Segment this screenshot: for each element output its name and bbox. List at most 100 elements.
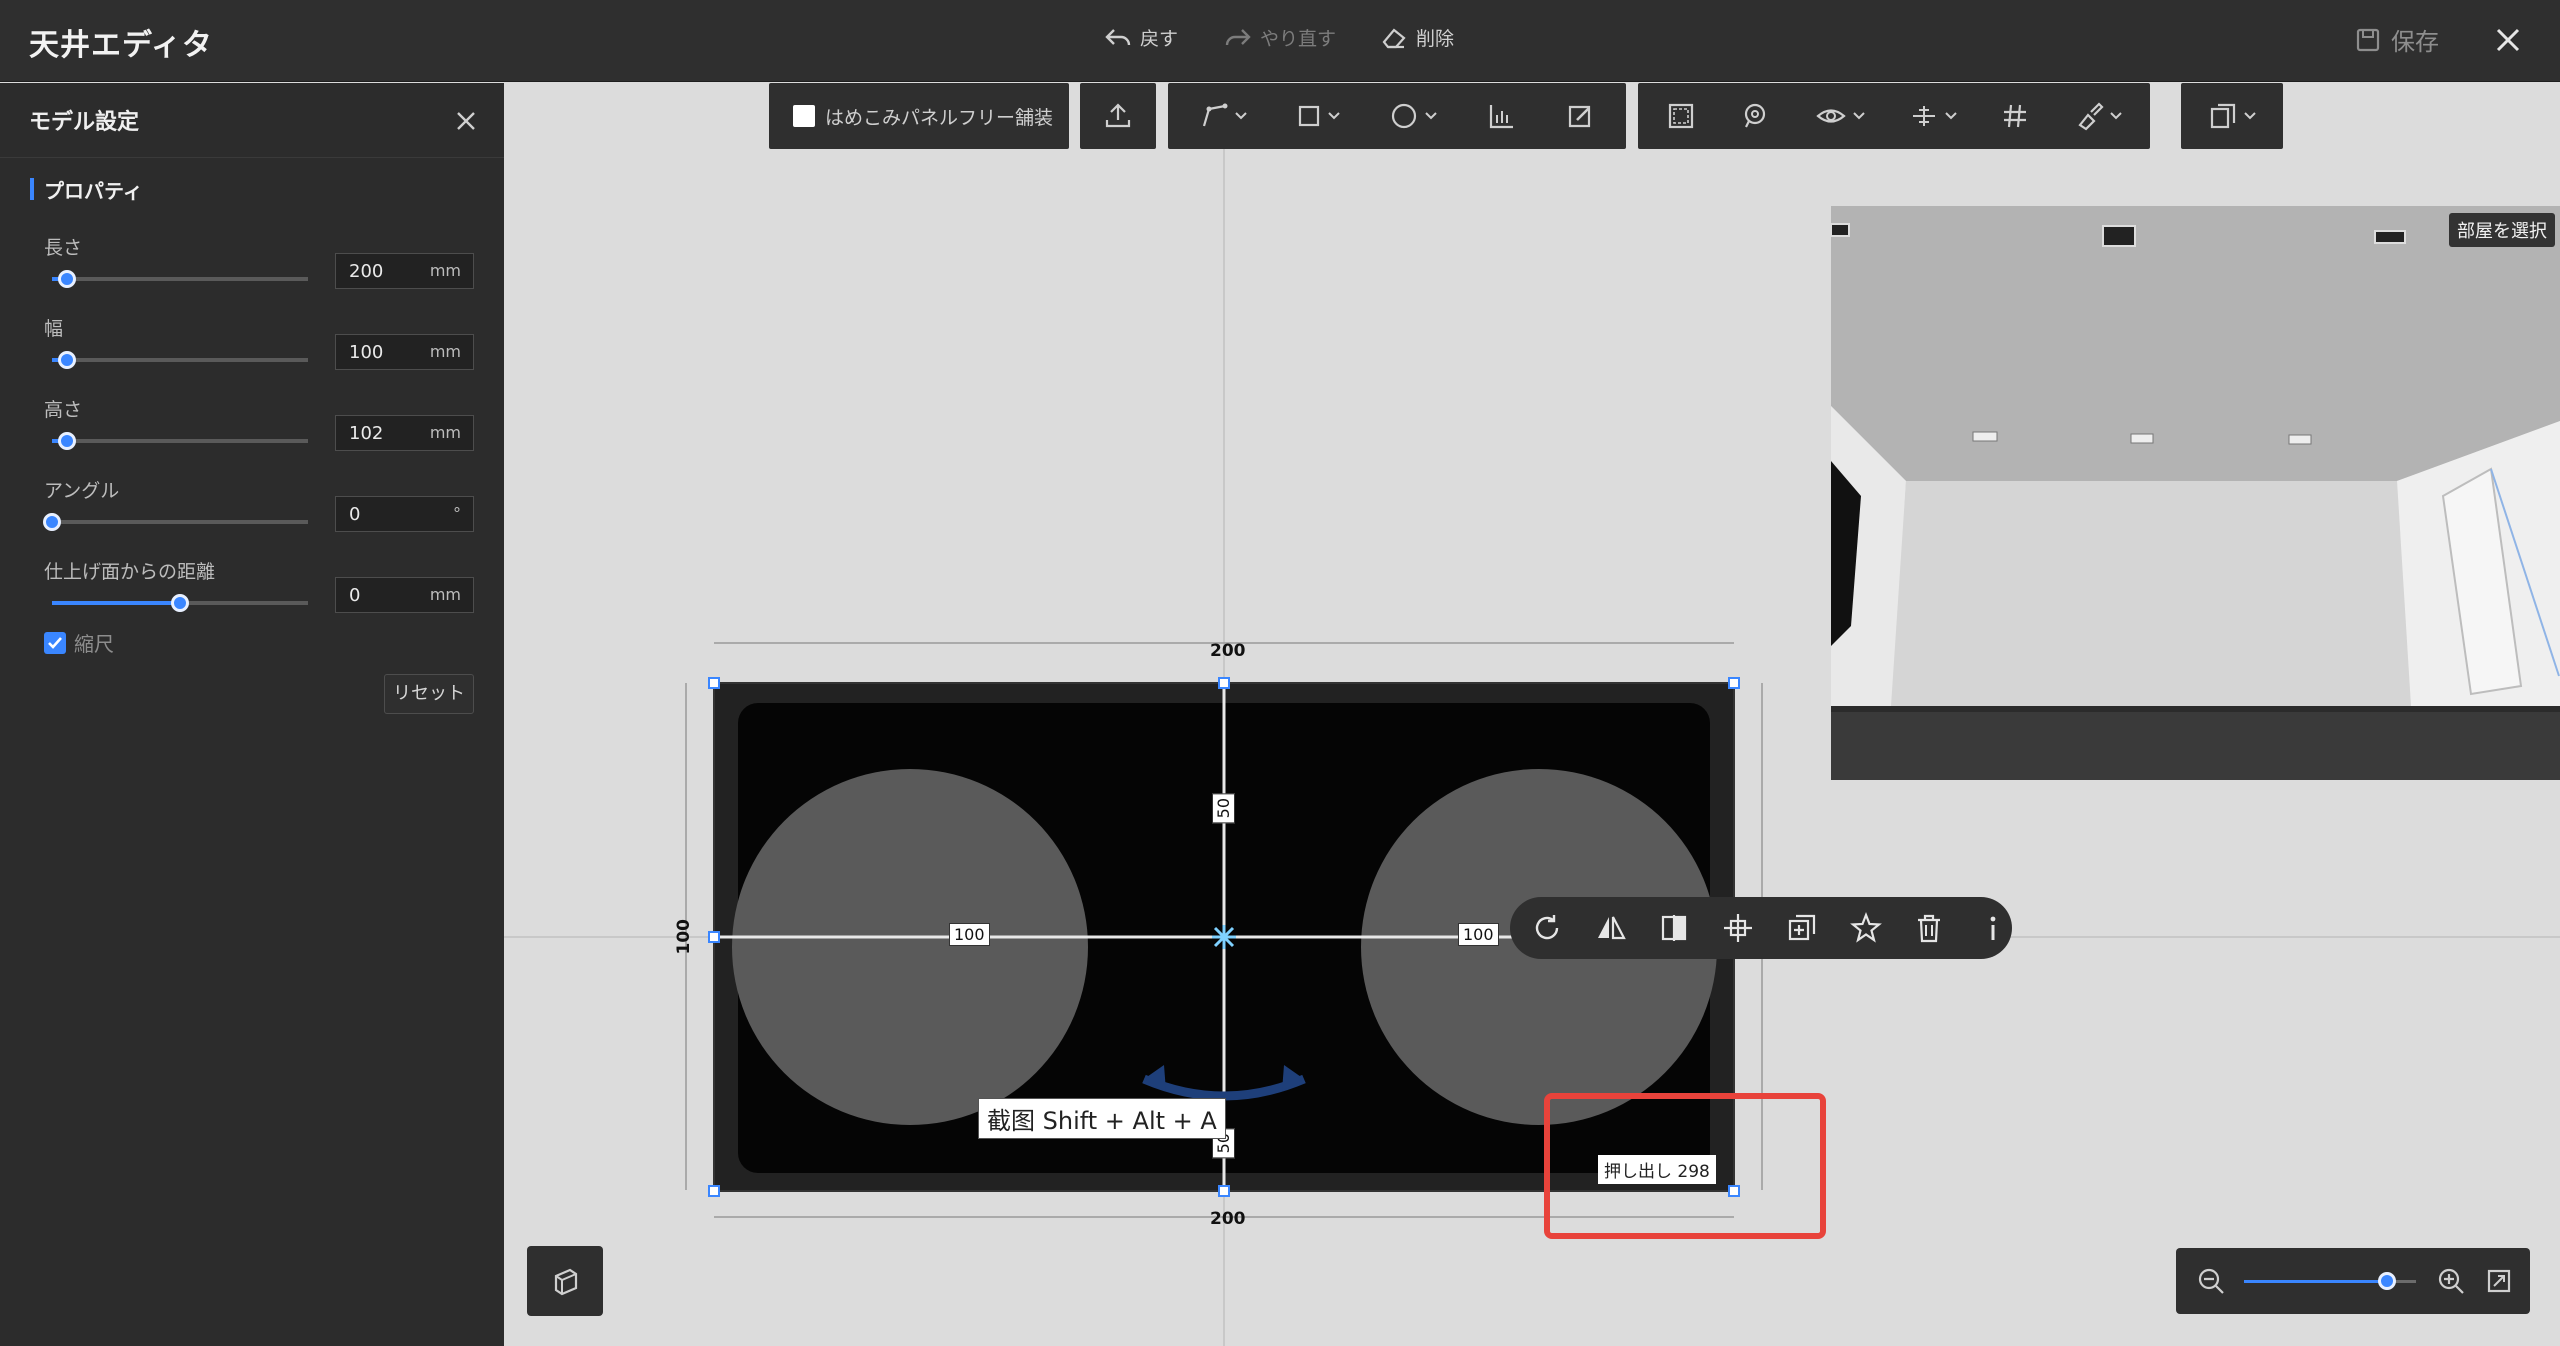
property-value-input[interactable]: 0 ° bbox=[335, 496, 474, 532]
property-value: 0 bbox=[349, 585, 361, 606]
panel-free-label: はめこみパネルフリー舗装 bbox=[825, 106, 1054, 129]
chevron-down-icon bbox=[1425, 112, 1437, 120]
scale-checkbox-row[interactable]: 縮尺 bbox=[44, 628, 114, 657]
property-value-input[interactable]: 100 mm bbox=[335, 334, 474, 370]
zoom-control bbox=[2176, 1248, 2530, 1314]
split-icon[interactable] bbox=[1656, 909, 1694, 947]
redo-icon bbox=[1224, 26, 1252, 50]
align-button[interactable] bbox=[1909, 83, 1957, 149]
undo-button[interactable]: 戻す bbox=[1104, 24, 1178, 51]
layout-icon bbox=[2208, 101, 2238, 131]
property-slider[interactable] bbox=[52, 270, 308, 288]
rectangle-icon bbox=[1296, 103, 1322, 129]
visibility-button[interactable] bbox=[1815, 83, 1865, 149]
rectangle-tool-button[interactable] bbox=[1296, 83, 1340, 149]
room-select-button[interactable]: 部屋を選択 bbox=[2449, 213, 2555, 247]
chevron-down-icon bbox=[2244, 112, 2256, 120]
upload-button[interactable] bbox=[1080, 83, 1156, 149]
property-value-input[interactable]: 200 mm bbox=[335, 253, 474, 289]
cube-icon bbox=[554, 1268, 578, 1296]
left-height-dimension: 100 bbox=[674, 919, 694, 955]
duplicate-icon[interactable] bbox=[1783, 909, 1821, 947]
left-offset-dimension: 100 bbox=[949, 923, 990, 946]
property-value-input[interactable]: 0 mm bbox=[335, 577, 474, 613]
panel-free-checkbox[interactable] bbox=[793, 105, 815, 127]
property-slider[interactable] bbox=[52, 432, 308, 450]
grid-button[interactable] bbox=[2001, 83, 2029, 149]
zoom-slider-knob[interactable] bbox=[2377, 1272, 2396, 1290]
property-slider[interactable] bbox=[52, 351, 308, 369]
upper-offset-dimension: 50 bbox=[1212, 793, 1235, 824]
scale-label: 縮尺 bbox=[74, 632, 114, 656]
view-3d-toggle-button[interactable] bbox=[527, 1246, 603, 1316]
circle-tool-button[interactable] bbox=[1389, 83, 1437, 149]
mirror-icon[interactable] bbox=[1592, 909, 1630, 947]
property-row: 長さ 200 mm bbox=[44, 233, 474, 289]
center-align-icon[interactable] bbox=[1719, 909, 1757, 947]
checkmark-icon bbox=[48, 636, 62, 649]
center-anchor-icon bbox=[1212, 925, 1236, 949]
layout-button[interactable] bbox=[2181, 83, 2283, 149]
close-icon bbox=[2496, 28, 2520, 52]
screenshot-shortcut-hint: 截图 Shift + Alt + A bbox=[978, 1098, 1226, 1139]
zoom-slider-fill bbox=[2244, 1280, 2387, 1283]
scale-checkbox[interactable] bbox=[44, 631, 66, 654]
redo-button[interactable]: やり直す bbox=[1224, 24, 1336, 51]
slider-knob[interactable] bbox=[58, 432, 77, 450]
property-row: 仕上げ面からの距離 0 mm bbox=[44, 557, 474, 613]
slider-fill bbox=[52, 601, 180, 605]
align-icon bbox=[1909, 101, 1939, 131]
panel-header: モデル設定 bbox=[0, 83, 504, 158]
property-unit: mm bbox=[429, 585, 461, 604]
pen-tool-button[interactable] bbox=[1199, 83, 1247, 149]
brush-icon bbox=[2074, 101, 2104, 131]
property-unit: mm bbox=[429, 342, 461, 361]
slider-knob[interactable] bbox=[43, 513, 61, 531]
property-unit: mm bbox=[429, 261, 461, 280]
top-width-dimension: 200 bbox=[1210, 641, 1246, 661]
property-value: 100 bbox=[349, 342, 384, 363]
measure-tool-button[interactable] bbox=[1486, 83, 1516, 149]
panel-free-toggle[interactable]: はめこみパネルフリー舗装 bbox=[769, 83, 1069, 149]
property-slider[interactable] bbox=[52, 594, 308, 612]
selection-toolbar bbox=[1510, 897, 2012, 959]
trash-icon[interactable] bbox=[1911, 909, 1949, 947]
save-icon bbox=[2355, 27, 2381, 53]
material-brush-button[interactable] bbox=[2074, 83, 2122, 149]
delete-button[interactable]: 削除 bbox=[1380, 24, 1454, 51]
zoom-in-icon[interactable] bbox=[2436, 1266, 2466, 1296]
properties-section-title: プロパティ bbox=[30, 175, 143, 204]
property-row: アングル 0 ° bbox=[43, 476, 474, 532]
eye-icon bbox=[1815, 101, 1847, 131]
reset-button[interactable]: リセット bbox=[384, 674, 474, 714]
info-icon[interactable] bbox=[1974, 909, 2012, 947]
rotate-icon[interactable] bbox=[1528, 909, 1566, 947]
zoom-slider[interactable] bbox=[2244, 1272, 2416, 1290]
room-3d-preview[interactable] bbox=[1831, 206, 2560, 780]
save-button[interactable]: 保存 bbox=[2355, 22, 2439, 57]
star-icon[interactable] bbox=[1847, 909, 1885, 947]
ruler-icon bbox=[1486, 101, 1516, 131]
view-tools-group bbox=[1638, 83, 2150, 149]
lasso-icon bbox=[1740, 101, 1770, 131]
fit-view-icon[interactable] bbox=[2484, 1266, 2514, 1296]
edit-shape-icon bbox=[1565, 101, 1595, 131]
panel-close-button[interactable] bbox=[452, 107, 480, 135]
chevron-down-icon bbox=[2110, 112, 2122, 120]
lasso-button[interactable] bbox=[1740, 83, 1770, 149]
chevron-down-icon bbox=[1234, 112, 1247, 120]
edit-shape-button[interactable] bbox=[1565, 83, 1595, 149]
close-editor-button[interactable] bbox=[2490, 22, 2526, 58]
slider-knob[interactable] bbox=[171, 594, 189, 612]
property-row: 高さ 102 mm bbox=[44, 395, 474, 451]
slider-knob[interactable] bbox=[58, 351, 77, 369]
bottom-width-dimension: 200 bbox=[1210, 1209, 1246, 1229]
property-slider[interactable] bbox=[43, 513, 308, 531]
property-value-input[interactable]: 102 mm bbox=[335, 415, 474, 451]
property-value: 0 bbox=[349, 504, 361, 525]
slider-knob[interactable] bbox=[58, 270, 77, 288]
select-area-button[interactable] bbox=[1666, 83, 1696, 149]
undo-label: 戻す bbox=[1140, 28, 1179, 50]
zoom-out-icon[interactable] bbox=[2196, 1266, 2226, 1296]
model-settings-panel: モデル設定 プロパティ 長さ 200 mm 幅 100 mm 高さ 102 mm アングル 0 ° 仕上… bbox=[0, 83, 504, 1346]
